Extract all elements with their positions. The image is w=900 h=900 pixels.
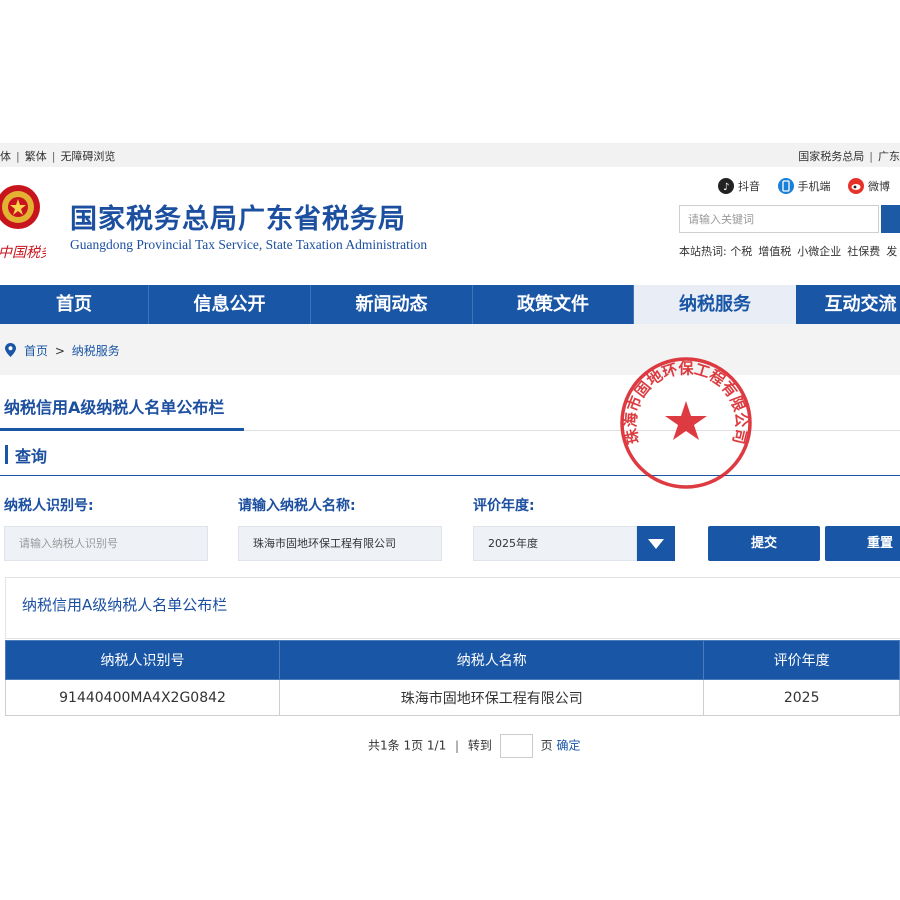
taxpayer-name-label: 请输入纳税人名称: (238, 498, 356, 514)
douyin-icon: ♪ (718, 178, 734, 194)
page-number-input[interactable] (499, 734, 533, 758)
simplified-link[interactable]: 体 (0, 150, 11, 163)
taxpayer-name-cell: 珠海市固地环保工程有限公司 (279, 679, 705, 716)
social-links: ♪ 抖音 手机端 微博 (718, 178, 900, 197)
search-button[interactable] (881, 205, 900, 233)
breadcrumb-home[interactable]: 首页 (24, 344, 48, 358)
pager-confirm-link[interactable]: 确定 (556, 739, 580, 753)
submit-button[interactable]: 提交 (708, 526, 820, 561)
results-table: 纳税人识别号 纳税人名称 评价年度 91440400MA4X2G0842 珠海市… (4, 640, 900, 716)
nav-info-disclosure[interactable]: 信息公开 (149, 285, 311, 324)
table-header-row: 纳税人识别号 纳税人名称 评价年度 (4, 640, 900, 680)
company-seal-stamp: 珠海市固地环保工程有限公司 (620, 357, 752, 489)
chevron-down-icon (648, 539, 664, 549)
hot-words: 本站热词: 个税 增值税 小微企业 社保费发 (679, 243, 900, 259)
mobile-link[interactable]: 手机端 (777, 178, 831, 194)
page-title: 纳税信用A级纳税人名单公布栏 (4, 398, 225, 417)
hot-word[interactable]: 个税 (730, 245, 752, 258)
table-row: 91440400MA4X2G0842 珠海市固地环保工程有限公司 2025 (4, 679, 900, 716)
svg-text:中国税务: 中国税务 (0, 245, 46, 261)
traditional-link[interactable]: 繁体 (25, 150, 47, 163)
pager-summary: 共1条 1页 1/1 (368, 738, 447, 753)
site-subtitle: Guangdong Provincial Tax Service, State … (70, 237, 428, 252)
pager-page-label: 页 (540, 738, 553, 753)
weibo-link[interactable]: 微博 (848, 178, 890, 194)
main-nav: 首页 信息公开 新闻动态 政策文件 纳税服务 互动交流 (0, 285, 900, 324)
sta-link[interactable]: 国家税务总局 (798, 150, 864, 163)
top-bar: 体 | 繁体 | 无障碍浏览 国家税务总局 | 广东 (0, 143, 900, 167)
column-header: 纳税人识别号 (4, 640, 281, 680)
search-input[interactable] (679, 205, 879, 233)
taxpayer-id-label: 纳税人识别号: (4, 498, 94, 514)
query-marker (5, 445, 8, 464)
year-label: 评价年度: (473, 498, 535, 514)
hot-words-label: 本站热词: (679, 245, 727, 258)
guangdong-link[interactable]: 广东 (878, 150, 900, 163)
weibo-icon (848, 178, 864, 194)
screenshot: 体|繁体|无障碍浏览 国家税务总局|广东 中国税务 国家税务总局广东省税务局 G… (0, 143, 900, 763)
breadcrumb-current[interactable]: 纳税服务 (72, 344, 120, 358)
nav-news[interactable]: 新闻动态 (311, 285, 473, 324)
title-underline (0, 428, 244, 431)
nav-tax-service[interactable]: 纳税服务 (634, 285, 796, 324)
divider (0, 475, 900, 476)
results-title: 纳税信用A级纳税人名单公布栏 (22, 596, 228, 614)
nav-interaction[interactable]: 互动交流 (796, 285, 900, 324)
pagination: 共1条 1页 1/1 | 转到 页 确定 (368, 734, 580, 758)
national-emblem-logo: 中国税务 (0, 185, 46, 261)
year-select[interactable]: 2025年度 (473, 526, 637, 561)
pager-goto-label: 转到 (467, 738, 492, 753)
nav-home[interactable]: 首页 (0, 285, 149, 324)
column-header: 纳税人名称 (279, 640, 705, 680)
reset-button[interactable]: 重置 (825, 526, 900, 561)
query-title: 查询 (15, 447, 48, 466)
taxpayer-id-cell: 91440400MA4X2G0842 (4, 679, 281, 716)
svg-text:♪: ♪ (723, 182, 729, 193)
taxpayer-id-input[interactable]: 请输入纳税人识别号 (4, 526, 208, 561)
hot-word[interactable]: 增值税 (758, 245, 791, 258)
hot-word[interactable]: 发 (886, 245, 897, 258)
location-pin-icon (5, 343, 16, 357)
nav-policy[interactable]: 政策文件 (473, 285, 634, 324)
douyin-link[interactable]: ♪ 抖音 (718, 178, 760, 194)
breadcrumb: 首页 > 纳税服务 (0, 324, 900, 375)
site-search (679, 205, 900, 233)
breadcrumb-separator: > (54, 344, 65, 358)
hot-word[interactable]: 社保费 (847, 245, 880, 258)
site-title: 国家税务总局广东省税务局 (70, 204, 406, 235)
hot-word[interactable]: 小微企业 (797, 245, 841, 258)
year-select-toggle[interactable] (637, 526, 675, 561)
year-cell: 2025 (703, 679, 900, 716)
taxpayer-name-input[interactable]: 珠海市固地环保工程有限公司 (238, 526, 442, 561)
column-header: 评价年度 (703, 640, 900, 680)
mobile-icon (777, 178, 794, 194)
accessibility-link[interactable]: 无障碍浏览 (60, 150, 115, 163)
